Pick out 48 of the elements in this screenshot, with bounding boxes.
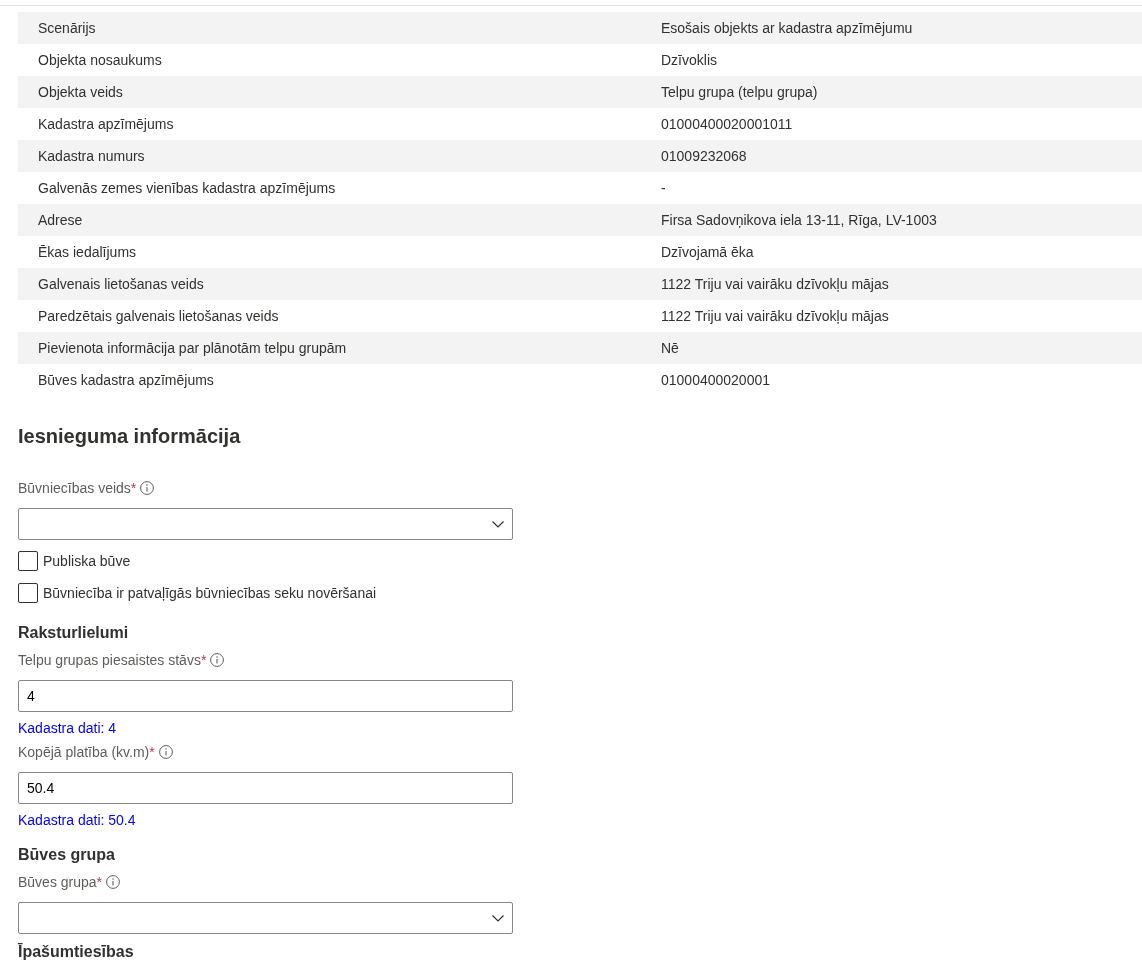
- table-cell-text: Būves kadastra apzīmējums: [37, 371, 215, 390]
- table-cell-text: 1122 Triju vai vairāku dzīvokļu mājas: [661, 307, 890, 326]
- table-cell-text: Paredzētais galvenais lietošanas veids: [37, 307, 280, 326]
- table-cell-text: Pievienota informācija par plānotām telpu grupām: [37, 339, 348, 358]
- checkbox[interactable]: [18, 551, 38, 571]
- info-icon: [210, 653, 225, 667]
- table-cell-text: Scenārijs: [37, 19, 97, 38]
- chevron-down-icon: [492, 914, 504, 922]
- table-cell-text: 01000400020001: [661, 371, 771, 390]
- field-label: Telpu grupas piesaistes stāvs*: [18, 651, 207, 670]
- table-cell-text: Galvenais lietošanas veids: [37, 275, 205, 294]
- table-cell-text: 1122 Triju vai vairāku dzīvokļu mājas: [661, 275, 890, 294]
- table-cell-text: Dzīvojamā ēka: [661, 243, 755, 262]
- table-cell-text: Objekta veids: [37, 83, 124, 102]
- text-input[interactable]: 4: [18, 680, 513, 712]
- text-input[interactable]: 50.4: [18, 772, 513, 804]
- table-cell-text: Telpu grupa (telpu grupa): [661, 83, 819, 102]
- field-label: Būves grupa*: [18, 873, 103, 892]
- subsection-heading: Īpašumtiesības: [18, 942, 134, 961]
- info-icon: [158, 745, 173, 759]
- chevron-down-icon: [492, 520, 504, 528]
- table-cell-text: Kadastra apzīmējums: [37, 115, 175, 134]
- table-cell-text: Dzīvoklis: [661, 51, 718, 70]
- table-cell-text: Firsa Sadovņikova iela 13-11, Rīga, LV-1003: [661, 211, 938, 230]
- table-cell-text: Esošais objekts ar kadastra apzīmējumu: [661, 19, 914, 38]
- table-cell-text: Kadastra numurs: [37, 147, 146, 166]
- info-icon: [106, 875, 121, 889]
- subsection-heading: Raksturlielumi: [18, 623, 129, 643]
- dropdown-field[interactable]: [18, 902, 513, 934]
- cadastral-data-note: Kadastra dati: 4: [18, 719, 117, 738]
- table-cell-text: Nē: [661, 339, 680, 358]
- checkbox-label: Publiska būve: [43, 552, 131, 571]
- checkbox[interactable]: [18, 583, 38, 603]
- table-cell-text: Ēkas iedalījums: [37, 243, 138, 262]
- table-cell-text: Galvenās zemes vienības kadastra apzīmējums: [37, 179, 337, 198]
- table-cell-text: -: [661, 179, 667, 198]
- table-cell-text: 01000400020001011: [661, 115, 794, 134]
- table-cell-text: Objekta nosaukums: [37, 51, 163, 70]
- checkbox-label: Būvniecība ir patvaļīgās būvniecības seku novēršanai: [43, 584, 377, 603]
- cadastral-data-note: Kadastra dati: 50.4: [18, 811, 136, 830]
- table-cell-text: Adrese: [37, 211, 84, 230]
- subsection-heading: Būves grupa: [18, 845, 115, 865]
- field-label: Būvniecības veids*: [18, 479, 137, 498]
- dropdown-field[interactable]: [18, 508, 513, 540]
- table-cell-text: 01009232068: [661, 147, 748, 166]
- field-label: Kopējā platība (kv.m)*: [18, 743, 155, 762]
- section-heading: Iesnieguma informācija: [18, 424, 241, 449]
- info-icon: [140, 481, 155, 495]
